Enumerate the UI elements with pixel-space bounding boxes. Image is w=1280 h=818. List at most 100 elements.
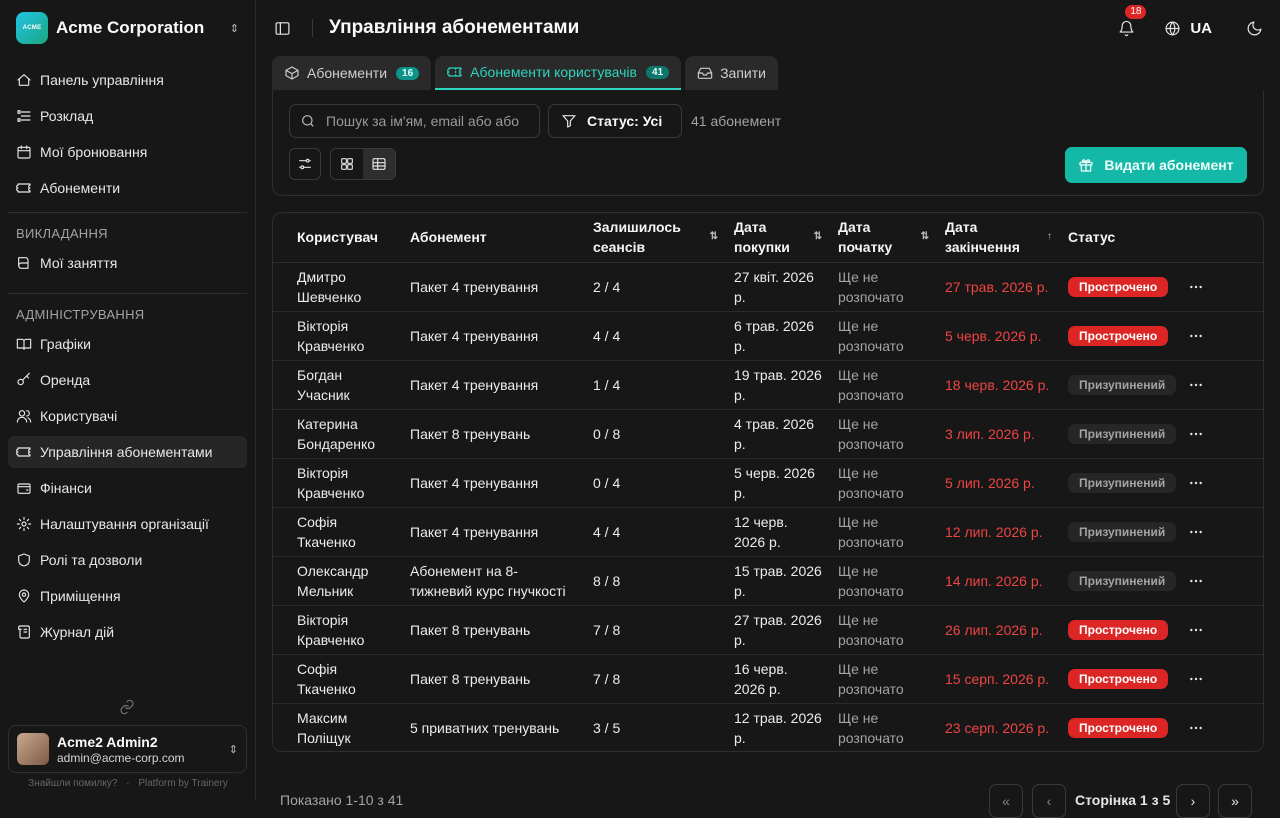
status-badge: Прострочено: [1068, 718, 1169, 739]
column-label: Користувач: [297, 229, 379, 246]
table-header-row: Користувач Абонемент Залишилось сеансів ⇅…: [273, 213, 1263, 263]
issue-subscription-button[interactable]: Видати абонемент: [1065, 147, 1247, 183]
table-row[interactable]: Вікторія Кравченко Пакет 8 тренувань 7 / 8…: [273, 605, 1263, 655]
column-settings-button[interactable]: [289, 148, 321, 180]
column-header-actions: [1180, 213, 1263, 263]
report-bug-link[interactable]: Знайшли помилку?: [28, 778, 117, 789]
table-row[interactable]: Максим Поліщук 5 приватних тренувань 3 / 5…: [273, 703, 1263, 751]
table-row[interactable]: Богдан Учасник Пакет 4 тренування 1 / 4 19 …: [273, 360, 1263, 410]
status-badge: Прострочено: [1068, 669, 1169, 689]
sidebar-item-ticket[interactable]: Управління абонементами: [8, 436, 247, 468]
cell-purchase-date: 16 черв. 2026 р.: [726, 654, 830, 704]
table-row[interactable]: Вікторія Кравченко Пакет 4 тренування 0 / …: [273, 458, 1263, 508]
more-horizontal-icon[interactable]: [1188, 377, 1204, 393]
tab-requests[interactable]: Запити: [685, 56, 778, 90]
tab-count-badge: 41: [645, 65, 670, 79]
cell-start-date: Ще не розпочато: [830, 360, 937, 410]
filter-icon: [562, 115, 576, 128]
sidebar-item-book[interactable]: Мої заняття: [8, 247, 247, 279]
table-row[interactable]: Олександр Мельник Абонемент на 8-тижневий…: [273, 556, 1263, 606]
sidebar-item-label: Абонементи: [40, 180, 121, 196]
more-horizontal-icon[interactable]: [1188, 328, 1204, 344]
next-page-button[interactable]: ›: [1176, 784, 1210, 818]
sidebar-item-key[interactable]: Оренда: [8, 364, 247, 396]
sidebar-item-list[interactable]: Розклад: [8, 100, 247, 132]
wallet-icon: [16, 480, 32, 496]
cell-purchase-date: 15 трав. 2026 р.: [726, 556, 830, 606]
more-horizontal-icon[interactable]: [1188, 279, 1204, 295]
more-horizontal-icon[interactable]: [1188, 671, 1204, 687]
cell-status: Прострочено: [1060, 654, 1180, 704]
table-view-button[interactable]: [363, 149, 395, 179]
cell-plan: Пакет 4 тренування: [402, 311, 585, 361]
sidebar-item-settings[interactable]: Налаштування організації: [8, 508, 247, 540]
column-header-start-date[interactable]: Дата початку ⇅: [830, 213, 937, 263]
status-filter-button[interactable]: Статус: Усі: [548, 104, 682, 138]
cell-sessions-left: 4 / 4: [585, 507, 726, 557]
sidebar-item-home[interactable]: Панель управління: [8, 64, 247, 96]
notification-badge: 18: [1125, 5, 1147, 19]
cell-status: Прострочено: [1060, 605, 1180, 655]
more-horizontal-icon[interactable]: [1188, 475, 1204, 491]
gift-icon: [1079, 159, 1093, 172]
more-horizontal-icon[interactable]: [1188, 426, 1204, 442]
table-row[interactable]: Софія Ткаченко Пакет 4 тренування 4 / 4 12 …: [273, 507, 1263, 557]
language-switcher[interactable]: UA: [1162, 18, 1212, 38]
sidebar-item-scroll[interactable]: Журнал дій: [8, 616, 247, 648]
sidebar-item-shield[interactable]: Ролі та дозволи: [8, 544, 247, 576]
column-header-purchase-date[interactable]: Дата покупки ⇅: [726, 213, 830, 263]
tab-user-subscriptions[interactable]: Абонементи користувачів 41: [435, 56, 682, 90]
column-header-sessions-left[interactable]: Залишилось сеансів ⇅: [585, 213, 726, 263]
table-row[interactable]: Дмитро Шевченко Пакет 4 тренування 2 / 4 27…: [273, 262, 1263, 312]
tab-subscriptions[interactable]: Абонементи 16: [272, 56, 432, 90]
more-horizontal-icon[interactable]: [1188, 524, 1204, 540]
sidebar-item-book-open[interactable]: Графіки: [8, 328, 247, 360]
sidebar-footer: Знайшли помилку? · Platform by Trainery: [0, 778, 256, 789]
bell-icon[interactable]: 18: [1116, 5, 1147, 38]
grid-view-button[interactable]: [331, 149, 363, 179]
search-box[interactable]: [289, 104, 540, 138]
sidebar-item-ticket[interactable]: Абонементи: [8, 172, 247, 204]
last-page-button[interactable]: »: [1218, 784, 1252, 818]
view-toggle: [330, 148, 396, 180]
cell-start-date: Ще не розпочато: [830, 654, 937, 704]
cell-end-date: 5 лип. 2026 р.: [937, 458, 1060, 508]
more-horizontal-icon[interactable]: [1188, 720, 1204, 736]
sidebar-item-wallet[interactable]: Фінанси: [8, 472, 247, 504]
users-icon: [16, 408, 32, 424]
search-input[interactable]: [326, 113, 526, 129]
table-row[interactable]: Вікторія Кравченко Пакет 4 тренування 4 / …: [273, 311, 1263, 361]
first-page-button[interactable]: «: [989, 784, 1023, 818]
user-menu[interactable]: Acme2 Admin2 admin@acme-corp.com ⇕: [8, 725, 247, 773]
sidebar-item-label: Налаштування організації: [40, 516, 209, 532]
user-name: Acme2 Admin2: [57, 733, 158, 750]
footer-separator: ·: [126, 778, 130, 789]
column-header-end-date[interactable]: Дата закінчення ↑: [937, 213, 1060, 263]
platform-link[interactable]: Platform by Trainery: [138, 778, 227, 789]
cell-end-date: 15 серп. 2026 р.: [937, 654, 1060, 704]
table-icon: [372, 158, 386, 170]
moon-icon[interactable]: [1244, 18, 1264, 38]
table-row[interactable]: Софія Ткаченко Пакет 8 тренувань 7 / 8 16 ч…: [273, 654, 1263, 704]
sidebar: ACME Acme Corporation ⇕ Панель управлінн…: [0, 0, 256, 800]
cell-purchase-date: 12 трав. 2026 р.: [734, 709, 822, 746]
status-badge: Прострочено: [1068, 277, 1169, 297]
column-label: Статус: [1068, 229, 1116, 246]
inbox-icon: [697, 67, 713, 79]
sidebar-toggle-icon[interactable]: [272, 18, 292, 38]
sidebar-item-users[interactable]: Користувачі: [8, 400, 247, 432]
cell-purchase-date: 5 черв. 2026 р.: [726, 458, 830, 508]
sidebar-item-calendar[interactable]: Мої бронювання: [8, 136, 247, 168]
org-switcher[interactable]: ACME Acme Corporation ⇕: [8, 8, 247, 48]
prev-page-button[interactable]: ‹: [1032, 784, 1066, 818]
sidebar-item-map-pin[interactable]: Приміщення: [8, 580, 247, 612]
cell-user: Максим Поліщук: [297, 709, 351, 746]
more-horizontal-icon[interactable]: [1188, 622, 1204, 638]
list-icon: [16, 108, 32, 124]
more-horizontal-icon[interactable]: [1188, 573, 1204, 589]
sidebar-item-label: Приміщення: [40, 588, 121, 604]
table-row[interactable]: Катерина Бондаренко Пакет 8 тренувань 0 / …: [273, 409, 1263, 459]
grid-icon: [341, 158, 353, 170]
link-icon[interactable]: [119, 699, 135, 715]
cell-status: Призупинений: [1060, 556, 1180, 606]
